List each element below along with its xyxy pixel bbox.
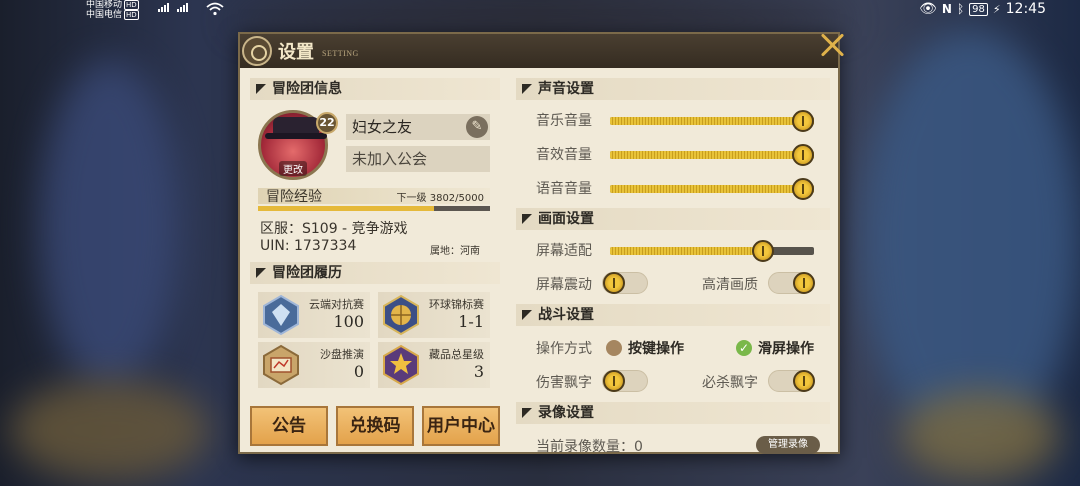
section-history: 冒险团履历 [250, 262, 500, 284]
edit-name-quill-icon[interactable]: ✎ [466, 116, 488, 138]
carrier-info: 中国移动 HD 中国电信 HD [86, 0, 139, 20]
section-recording: 录像设置 [516, 402, 830, 424]
slider-fill [610, 151, 814, 159]
toggle-knob [793, 272, 815, 294]
battery-icon: 98 [969, 2, 988, 16]
eye-icon: 👁 [919, 1, 937, 17]
avatar-hat-icon [265, 117, 327, 139]
dialog-subtitle: SETTING [322, 49, 359, 58]
exp-progress-fill [258, 206, 435, 211]
history-value: 1-1 [458, 312, 484, 331]
system-status-bar: 中国移动 HD 中国电信 HD 👁 N ᛒ 98 ⚡ 12:45 [0, 0, 1080, 22]
crit-text-toggle[interactable] [768, 370, 815, 392]
slider-fill [610, 185, 814, 193]
slider-fill [610, 117, 814, 125]
damage-text-label: 伤害飘字 [536, 375, 592, 391]
redeem-code-button[interactable]: 兑换码 [336, 406, 414, 446]
dialog-header: 设置 SETTING [240, 34, 838, 68]
section-graphics: 画面设置 [516, 208, 830, 230]
history-value: 0 [353, 362, 364, 381]
signal-icon [158, 3, 188, 12]
sfx-volume-label: 音效音量 [536, 147, 592, 163]
history-label: 藏品总星级 [429, 348, 484, 361]
music-volume-label: 音乐音量 [536, 113, 592, 129]
history-label: 云端对抗赛 [309, 298, 364, 311]
nfc-icon: N [941, 2, 952, 16]
exp-next: 下一级 3802/5000 [396, 193, 484, 204]
section-sound: 声音设置 [516, 78, 830, 100]
close-icon[interactable] [816, 28, 850, 62]
crystal-badge-icon [263, 294, 299, 336]
recording-count: 当前录像数量：0 [536, 439, 643, 455]
history-card-sandbox[interactable]: 沙盘推演 0 [258, 342, 370, 388]
slider-knob[interactable] [792, 144, 814, 166]
history-card-collection[interactable]: 藏品总星级 3 [378, 342, 490, 388]
history-value: 3 [473, 362, 484, 381]
section-team-info: 冒险团信息 [250, 78, 500, 100]
history-label: 环球锦标赛 [429, 298, 484, 311]
star-trophy-icon [383, 344, 419, 386]
music-volume-slider[interactable] [610, 110, 814, 132]
screen-shake-label: 屏幕震动 [536, 277, 592, 293]
wifi-icon [206, 2, 224, 16]
screen-fit-label: 屏幕适配 [536, 243, 592, 259]
manage-recordings-button[interactable]: 管理录像 [756, 436, 820, 454]
server-info: 区服：S109 - 竞争游戏 [260, 221, 408, 237]
button-control-label[interactable]: 按键操作 [628, 338, 684, 358]
exp-progress-bar [258, 206, 490, 211]
check-icon[interactable]: ✓ [736, 340, 752, 356]
location-info: 属地：河南 [430, 246, 480, 257]
settings-dialog: 设置 SETTING 冒险团信息 更改 22 妇女之友 ✎ 未加入公会 冒险经验… [238, 32, 840, 455]
guild-status: 未加入公会 [346, 146, 490, 172]
screen-fit-slider[interactable] [610, 240, 814, 262]
history-value: 100 [333, 312, 364, 331]
button-control-radio[interactable] [606, 340, 622, 356]
slider-knob[interactable] [792, 178, 814, 200]
voice-volume-slider[interactable] [610, 178, 814, 200]
slider-knob[interactable] [752, 240, 774, 262]
damage-text-toggle[interactable] [602, 370, 648, 392]
hd-badge: HD [124, 0, 139, 10]
history-card-cloud[interactable]: 云端对抗赛 100 [258, 292, 370, 338]
clock: 12:45 [1005, 1, 1046, 17]
screen-shake-toggle[interactable] [602, 272, 648, 294]
carrier1-label: 中国移动 [86, 0, 123, 10]
toggle-knob [603, 370, 625, 392]
history-card-global[interactable]: 环球锦标赛 1-1 [378, 292, 490, 338]
toggle-knob [603, 272, 625, 294]
avatar-edit-label: 更改 [279, 161, 307, 176]
crit-text-label: 必杀飘字 [702, 375, 758, 391]
swipe-control-label[interactable]: 滑屏操作 [758, 338, 814, 358]
bluetooth-icon: ᛒ [956, 2, 965, 16]
history-label: 沙盘推演 [320, 348, 364, 361]
hd-badge: HD [124, 10, 139, 20]
user-center-button[interactable]: 用户中心 [422, 406, 500, 446]
golden-globe-icon [383, 294, 419, 336]
hd-quality-toggle[interactable] [768, 272, 815, 294]
sfx-volume-slider[interactable] [610, 144, 814, 166]
slider-fill [610, 247, 763, 255]
voice-volume-label: 语音音量 [536, 181, 592, 197]
toggle-knob [793, 370, 815, 392]
section-battle: 战斗设置 [516, 304, 830, 326]
exp-row: 冒险经验 下一级 3802/5000 [258, 188, 490, 205]
sandbox-map-icon [263, 344, 299, 386]
notice-button[interactable]: 公告 [250, 406, 328, 446]
charging-icon: ⚡ [992, 2, 1001, 16]
carrier2-label: 中国电信 [86, 10, 123, 20]
exp-label: 冒险经验 [266, 189, 322, 205]
slider-knob[interactable] [792, 110, 814, 132]
settings-gear-icon [242, 36, 272, 66]
hd-quality-label: 高清画质 [702, 277, 758, 293]
control-mode-label: 操作方式 [536, 341, 592, 357]
dialog-title: 设置 [278, 42, 314, 63]
level-badge: 22 [316, 112, 338, 134]
uin-info: UIN: 1737334 [260, 238, 357, 254]
